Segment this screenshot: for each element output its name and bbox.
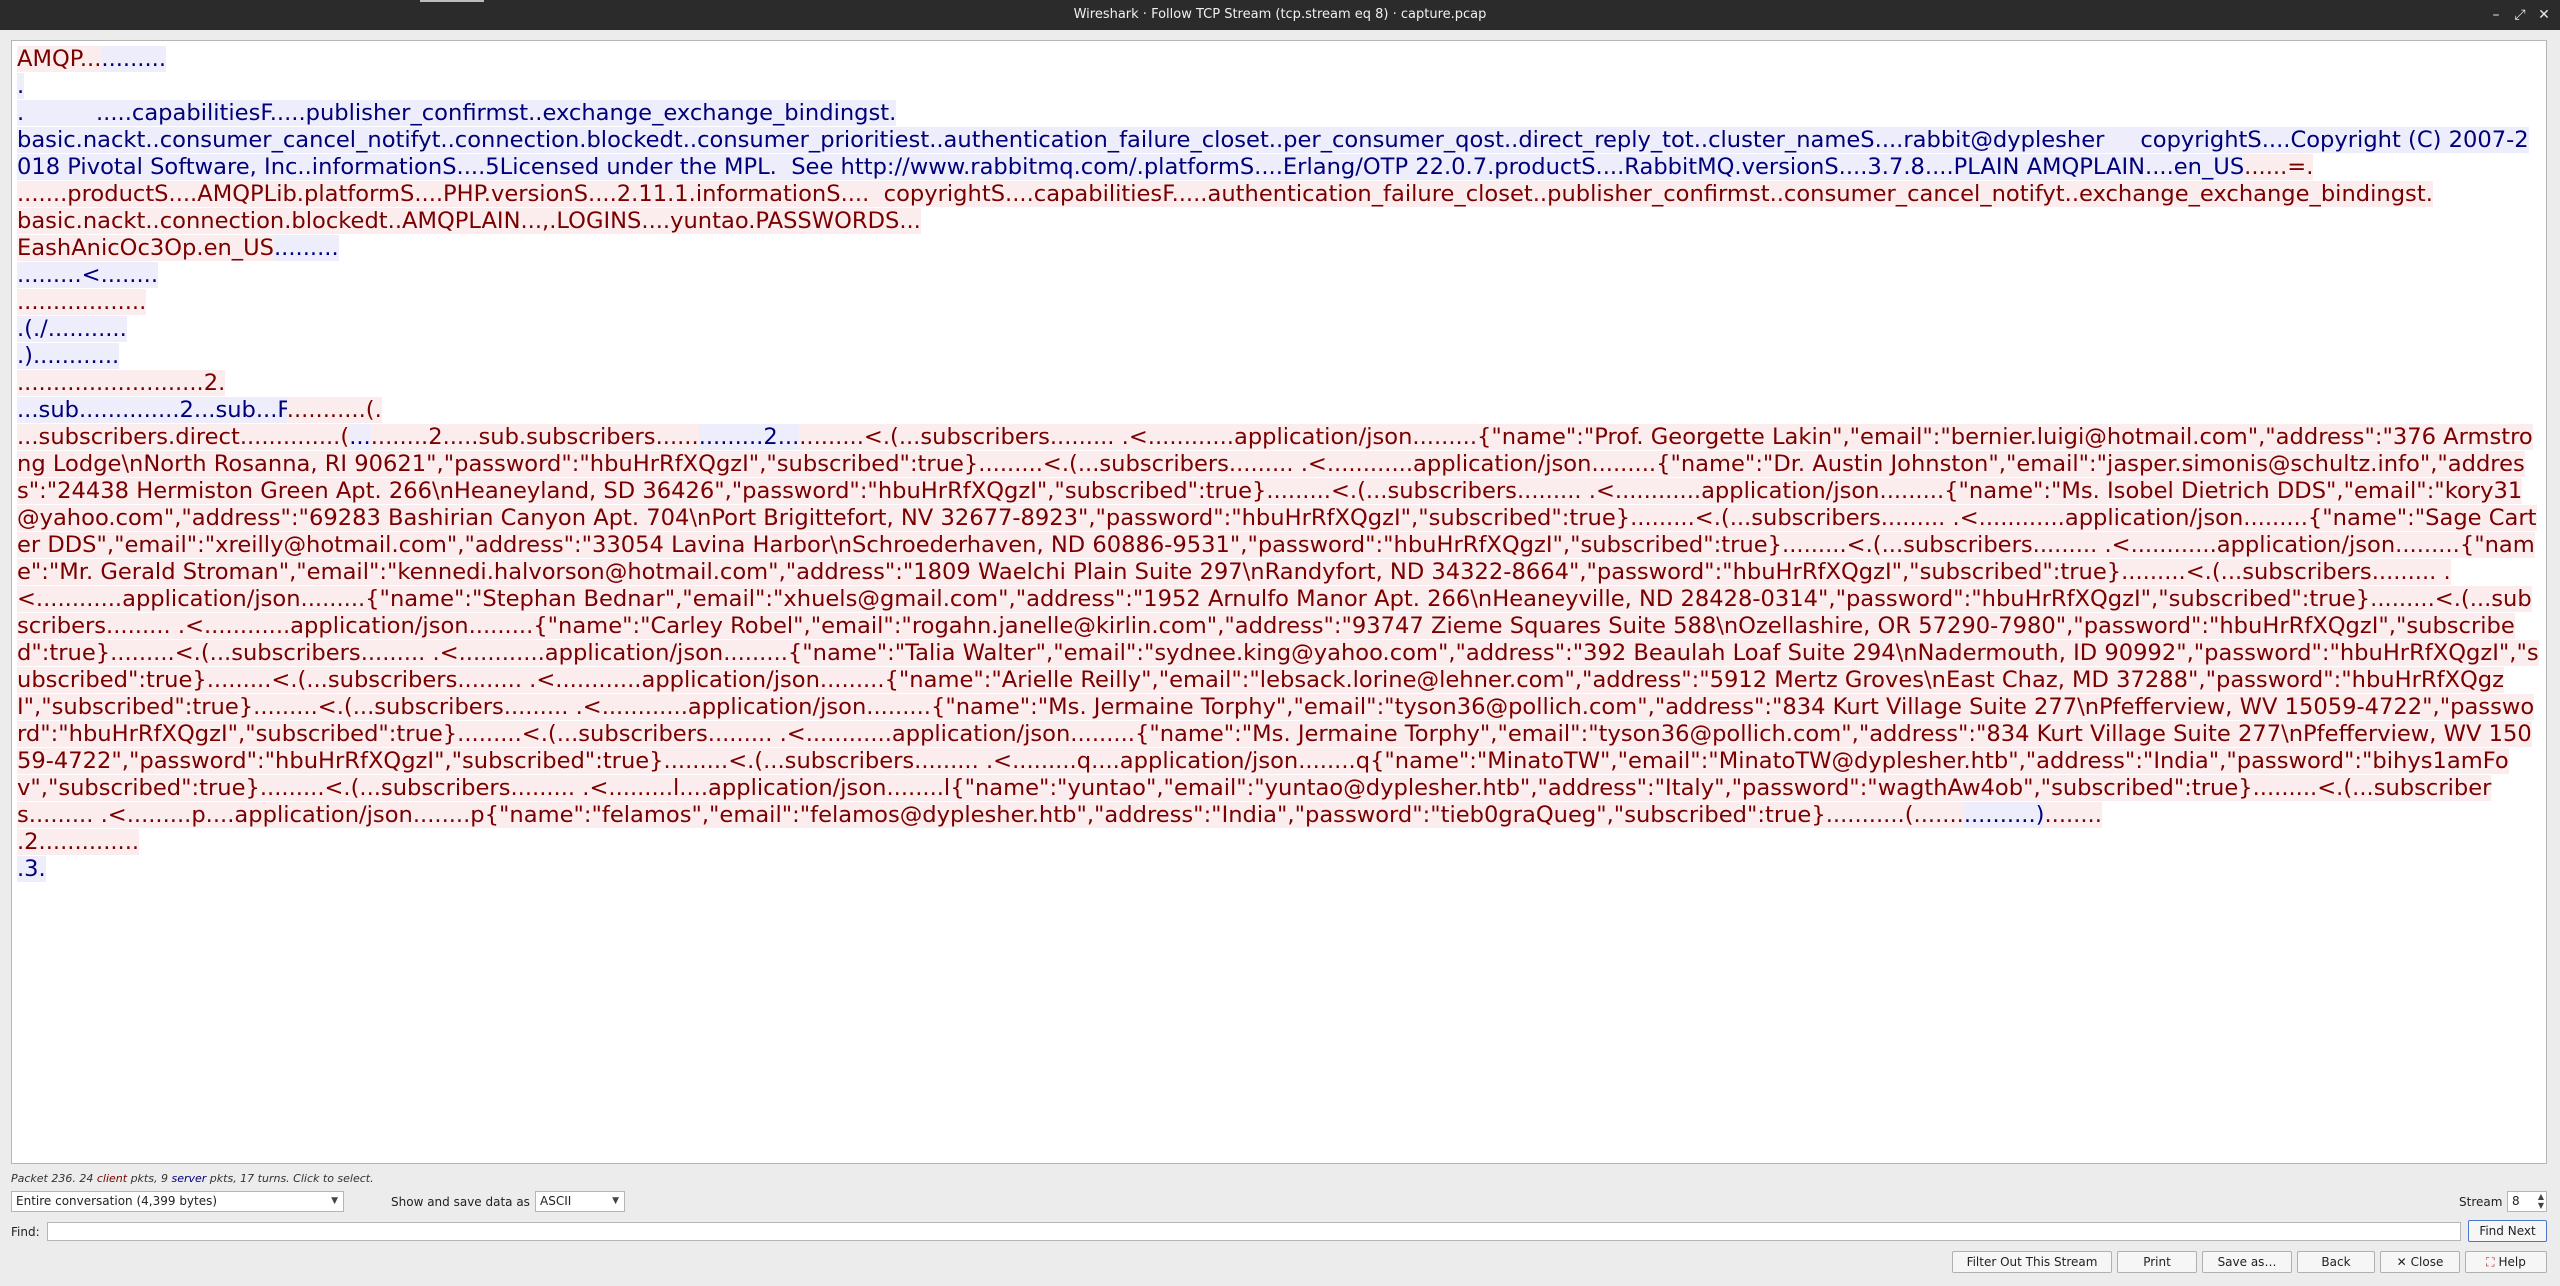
stream-content-view[interactable]: AMQP............ . . .....capabilitiesF.… <box>11 40 2547 1164</box>
stream-number-value: 8 <box>2512 1194 2520 1208</box>
status-prefix: Packet 236. 24 <box>11 1172 97 1185</box>
client-data-chunk[interactable]: ......2. <box>160 370 226 396</box>
minimize-icon[interactable]: – <box>2486 0 2506 30</box>
format-select[interactable]: ASCII ▼ <box>535 1191 625 1212</box>
filter-out-stream-button[interactable]: Filter Out This Stream <box>1952 1251 2112 1273</box>
close-button[interactable]: ✕ Close <box>2380 1251 2460 1273</box>
help-label: Help <box>2498 1255 2526 1269</box>
back-label: Back <box>2321 1255 2351 1269</box>
find-next-button[interactable]: Find Next <box>2468 1220 2547 1242</box>
stream-text[interactable]: AMQP............ . . .....capabilitiesF.… <box>12 41 2546 883</box>
conversation-select-value: Entire conversation (4,399 bytes) <box>16 1194 218 1208</box>
save-as-button[interactable]: Save as… <box>2202 1251 2292 1273</box>
close-x-icon: ✕ <box>2396 1255 2407 1269</box>
title-bar: Wireshark · Follow TCP Stream (tcp.strea… <box>0 0 2560 30</box>
stream-label: Stream <box>2459 1195 2503 1209</box>
format-select-value: ASCII <box>540 1194 572 1208</box>
server-data-chunk[interactable]: ...sub..............2...sub...F <box>17 397 287 423</box>
chevron-down-icon: ▼ <box>331 1196 338 1206</box>
find-label: Find: <box>11 1225 40 1239</box>
server-data-chunk[interactable]: ..........) <box>1963 802 2045 828</box>
status-suffix: pkts, 17 turns. Click to select. <box>206 1172 374 1185</box>
help-icon: ⛶ <box>2486 1255 2495 1269</box>
status-mid: pkts, 9 <box>127 1172 172 1185</box>
server-data-chunk[interactable]: ... <box>349 424 371 450</box>
client-data-chunk[interactable]: .................... <box>17 370 161 396</box>
status-server-word: server <box>171 1172 207 1185</box>
save-as-label: Save as… <box>2217 1255 2277 1269</box>
server-data-chunk[interactable]: .3. <box>17 856 46 882</box>
chevron-down-icon: ▼ <box>612 1196 619 1206</box>
filter-out-label: Filter Out This Stream <box>1966 1255 2098 1269</box>
maximize-icon[interactable]: ⤢ <box>2510 0 2530 30</box>
client-data-chunk[interactable]: ........2.....sub.subscribers...... <box>370 424 699 450</box>
stream-number-spinbox[interactable]: 8 ▲ ▼ <box>2507 1191 2547 1212</box>
server-data-chunk[interactable]: .........2... <box>698 424 800 450</box>
client-data-chunk[interactable]: .................. <box>17 289 147 315</box>
print-label: Print <box>2143 1255 2171 1269</box>
window-title: Wireshark · Follow TCP Stream (tcp.strea… <box>1073 7 1487 22</box>
spin-arrows-icon[interactable]: ▲ ▼ <box>2538 1192 2544 1210</box>
print-button[interactable]: Print <box>2117 1251 2197 1273</box>
show-save-label: Show and save data as <box>391 1195 530 1209</box>
conversation-select[interactable]: Entire conversation (4,399 bytes) ▼ <box>11 1191 344 1212</box>
find-input[interactable] <box>47 1222 2461 1241</box>
status-client-word: client <box>96 1172 128 1185</box>
close-icon[interactable]: ✕ <box>2534 0 2554 30</box>
status-line: Packet 236. 24 client pkts, 9 server pkt… <box>11 1172 374 1185</box>
help-button[interactable]: ⛶ Help <box>2465 1251 2547 1273</box>
client-data-chunk[interactable]: ...........(. <box>286 397 382 423</box>
client-data-chunk[interactable]: ...subscribers.direct..............( <box>17 424 350 450</box>
client-data-chunk[interactable]: AMQP... <box>17 46 102 72</box>
close-label: Close <box>2410 1255 2444 1269</box>
find-next-label: Find Next <box>2479 1224 2536 1238</box>
client-data-chunk[interactable]: .........<.(...subscribers......... .<..… <box>17 424 2539 828</box>
server-data-chunk[interactable]: ......... . . .....capabilitiesF.....pub… <box>17 46 2529 180</box>
title-bar-accent <box>420 0 484 2</box>
window-controls: – ⤢ ✕ <box>2486 0 2554 30</box>
back-button[interactable]: Back <box>2297 1251 2375 1273</box>
server-data-chunk[interactable]: .(./........... .)............ <box>17 316 127 369</box>
